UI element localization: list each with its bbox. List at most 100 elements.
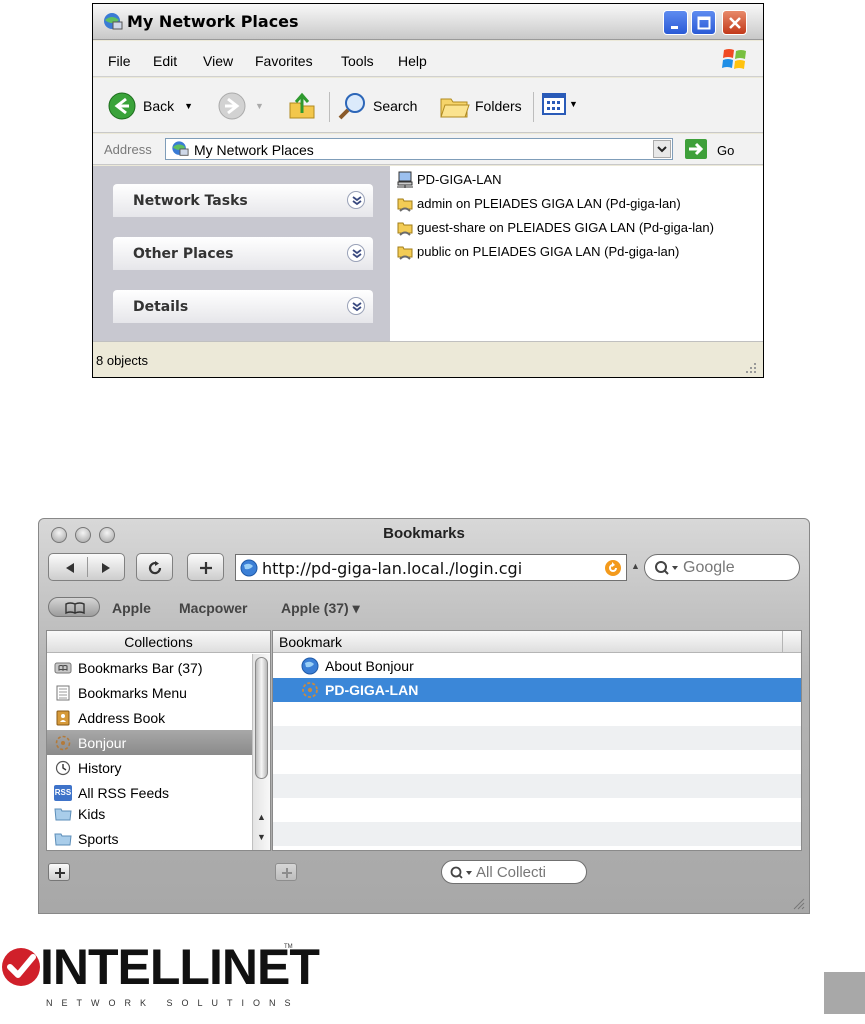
google-search-field[interactable]: Google: [644, 554, 800, 581]
snapback-icon[interactable]: [604, 559, 622, 577]
collection-label: Bookmarks Menu: [78, 684, 187, 701]
double-chevron-down-icon: [352, 196, 362, 206]
views-button[interactable]: ▼: [541, 91, 578, 117]
bookmark-search-field[interactable]: All Collecti: [441, 860, 587, 884]
folders-button[interactable]: Folders: [439, 91, 522, 121]
search-button[interactable]: Search: [337, 91, 417, 121]
task-title: Details: [133, 299, 189, 315]
task-title: Other Places: [133, 246, 234, 262]
scrollbar-thumb[interactable]: [255, 657, 268, 779]
chevron-down-icon: [657, 146, 667, 153]
bookmarks-menu-icon: [56, 685, 70, 700]
show-all-bookmarks-button[interactable]: [48, 597, 100, 617]
go-label[interactable]: Go: [717, 143, 734, 158]
resize-grip-icon[interactable]: [743, 360, 757, 374]
network-item[interactable]: guest-share on PLEIADES GIGA LAN (Pd-gig…: [396, 218, 714, 236]
menu-edit[interactable]: Edit: [153, 53, 177, 69]
scroll-down-arrow-icon[interactable]: ▼: [257, 832, 266, 842]
menu-help[interactable]: Help: [398, 53, 427, 69]
collection-sports[interactable]: Sports: [47, 826, 252, 850]
globe-icon: [301, 657, 319, 675]
expand-button[interactable]: [347, 191, 365, 209]
globe-icon: [240, 559, 258, 577]
intellinet-logo: INTELLINET TM NETWORK SOLUTIONS: [0, 938, 320, 1024]
plus-icon: [200, 562, 212, 574]
close-button[interactable]: [722, 10, 747, 35]
network-item[interactable]: public on PLEIADES GIGA LAN (Pd-giga-lan…: [396, 242, 679, 260]
filter-placeholder: All Collecti: [476, 864, 547, 881]
bookmarks-bar-icon: [54, 662, 72, 673]
bookmark-cell: About Bonjour: [301, 657, 414, 675]
menu-file[interactable]: File: [108, 53, 131, 69]
network-item-label: guest-share on PLEIADES GIGA LAN (Pd-gig…: [417, 219, 714, 235]
back-button[interactable]: Back ▼: [107, 91, 193, 121]
details-panel[interactable]: Details: [113, 290, 373, 323]
up-folder-icon: [289, 92, 315, 119]
add-collection-button[interactable]: [48, 863, 70, 881]
button-divider: [87, 557, 88, 577]
collections-pane: Collections Bookmarks Bar (37) Bookmarks…: [46, 630, 271, 851]
address-input[interactable]: My Network Places: [165, 138, 673, 160]
address-dropdown-button[interactable]: [653, 140, 671, 158]
menu-view[interactable]: View: [203, 53, 233, 69]
other-places-panel[interactable]: Other Places: [113, 237, 373, 270]
url-field[interactable]: http://pd-giga-lan.local./login.cgi: [235, 554, 627, 581]
url-history-arrow-icon[interactable]: ▲: [631, 561, 640, 571]
bookmark-row[interactable]: About Bonjour: [273, 654, 801, 678]
network-item-label: admin on PLEIADES GIGA LAN (Pd-giga-lan): [417, 195, 681, 211]
network-tasks-panel[interactable]: Network Tasks: [113, 184, 373, 217]
bookmark-macpower[interactable]: Macpower: [179, 600, 247, 616]
bookmark-label: About Bonjour: [325, 658, 414, 674]
back-triangle-icon[interactable]: [63, 561, 77, 575]
back-forward-buttons[interactable]: [48, 553, 125, 581]
address-bar: Address My Network Places Go: [93, 134, 763, 165]
search-magnifier-icon: [655, 561, 678, 575]
bonjour-icon: [55, 735, 71, 750]
views-dropdown-icon[interactable]: ▼: [569, 99, 578, 109]
add-bookmark-button[interactable]: [187, 553, 224, 581]
collection-history[interactable]: History: [47, 755, 252, 780]
expand-button[interactable]: [347, 244, 365, 262]
collections-scrollbar[interactable]: ▲ ▼: [252, 654, 270, 850]
forward-button[interactable]: ▼: [217, 91, 264, 121]
network-places-icon: [172, 141, 189, 156]
search-icon: [338, 93, 365, 120]
reload-button[interactable]: [136, 553, 173, 581]
bookmark-column-header[interactable]: Bookmark: [273, 631, 801, 653]
logo-wordmark: INTELLINET: [40, 939, 320, 995]
network-item[interactable]: admin on PLEIADES GIGA LAN (Pd-giga-lan): [396, 194, 681, 212]
maximize-icon: [697, 16, 711, 30]
menu-favorites[interactable]: Favorites: [255, 53, 313, 69]
rss-icon: RSS: [54, 784, 72, 801]
add-bookmark-folder-button[interactable]: [275, 863, 297, 881]
history-icon: [55, 760, 71, 775]
search-placeholder: Google: [683, 559, 735, 576]
collection-bookmarks-bar[interactable]: Bookmarks Bar (37): [47, 655, 252, 680]
collection-bookmarks-menu[interactable]: Bookmarks Menu: [47, 680, 252, 705]
maximize-button[interactable]: [691, 10, 716, 35]
collection-bonjour[interactable]: Bonjour: [47, 730, 252, 755]
logo-tagline: NETWORK SOLUTIONS: [46, 998, 300, 1008]
network-share-icon: [397, 222, 413, 236]
bookmark-apple-folder[interactable]: Apple (37) ▾: [281, 600, 360, 617]
plus-icon: [55, 868, 65, 878]
scroll-up-arrow-icon[interactable]: ▲: [257, 812, 266, 822]
go-button[interactable]: [685, 139, 707, 159]
minimize-button[interactable]: [663, 10, 688, 35]
toolbar-separator: [533, 92, 534, 122]
collection-label: Bonjour: [78, 734, 127, 751]
title-bar[interactable]: My Network Places: [93, 4, 763, 40]
collection-kids[interactable]: Kids: [47, 801, 252, 826]
menu-tools[interactable]: Tools: [341, 53, 374, 69]
collections-header: Collections: [47, 631, 270, 653]
bookmark-apple[interactable]: Apple: [112, 600, 151, 616]
status-bar: 8 objects: [93, 341, 763, 377]
network-item[interactable]: PD-GIGA-LAN: [396, 170, 502, 188]
up-folder-button[interactable]: [287, 91, 317, 121]
forward-triangle-icon[interactable]: [99, 561, 113, 575]
back-dropdown-icon[interactable]: ▼: [184, 101, 193, 111]
collection-address-book[interactable]: Address Book: [47, 705, 252, 730]
expand-button[interactable]: [347, 297, 365, 315]
bookmark-row-selected[interactable]: PD-GIGA-LAN: [273, 678, 801, 702]
resize-grip-icon[interactable]: [791, 896, 805, 910]
